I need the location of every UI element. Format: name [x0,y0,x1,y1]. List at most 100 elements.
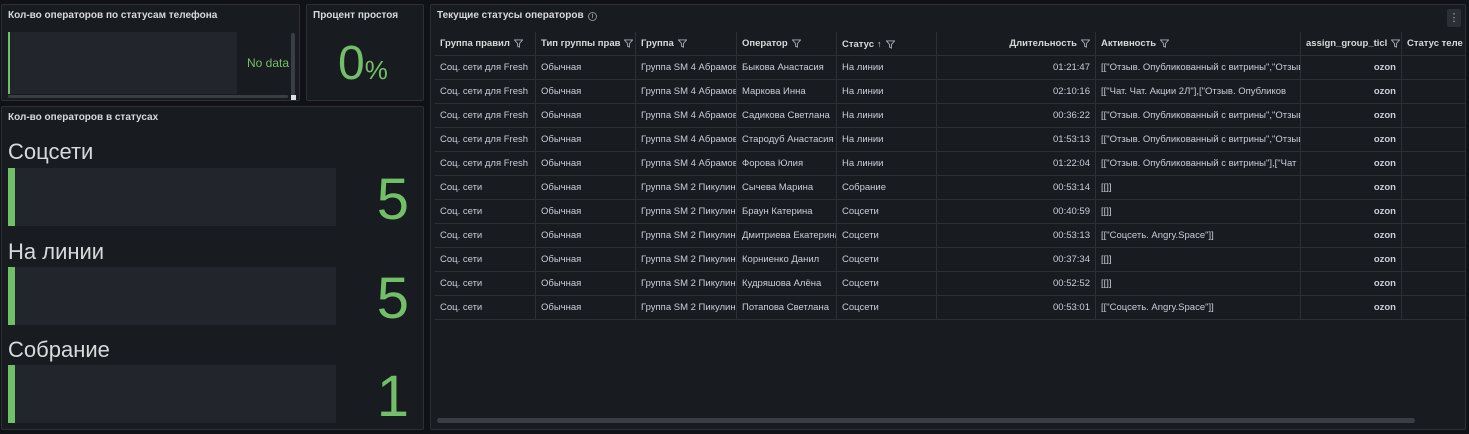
table-cell: 00:53:14 [936,176,1095,200]
table-cell: [["Соцсеть. Angry.Space"]] [1095,224,1300,248]
table-row[interactable]: Соц. сети для Fresh Обычная Группа SM 4 Аб… [435,152,1465,176]
column-header-label: Группа правил [440,38,510,49]
table-row[interactable]: Соц. сети для Fresh Обычная Группа SM 4 Аб… [435,128,1465,152]
info-icon[interactable]: i [588,12,597,21]
table-cell: Соц. сети [440,206,483,217]
table-cell: ozon [1300,80,1401,104]
table-cell: ozon [1300,272,1401,296]
chart-area [8,32,237,94]
table-row[interactable]: Соц. сети Обычная Группа SM 2 Пикулина Корн… [435,248,1465,272]
table-cell: [[]] [1095,272,1300,296]
table-cell: ozon [1300,176,1401,200]
table-cell: Дмитриева Екатерина [736,224,836,248]
status-name: Собрание [8,337,110,362]
panel-title[interactable]: Кол-во операторов по статусам телефона [8,10,217,21]
column-header[interactable]: Оператор [736,32,836,56]
table-cell: Обычная [535,248,635,272]
filter-icon[interactable] [882,39,895,50]
status-count: 5 [376,266,409,331]
column-header[interactable]: Активность [1095,32,1300,56]
column-header[interactable]: Длительность [936,32,1095,56]
table-row[interactable]: Соц. сети для Fresh Обычная Группа SM 4 Аб… [435,104,1465,128]
table-row[interactable]: Соц. сети Обычная Группа SM 2 Пикулина Пота… [435,296,1465,320]
column-header[interactable]: Статус теле [1401,32,1465,56]
status-name: На линии [8,239,105,264]
table-cell: Соцсети [836,224,936,248]
table-cell: [["Отзыв. Опубликованный с витрины","Отз… [1095,56,1300,80]
table-row[interactable]: Соц. сети Обычная Группа SM 2 Пикулина Сыче… [435,176,1465,200]
table-cell: ozon [1300,248,1401,272]
table-cell: 00:52:52 [936,272,1095,296]
filter-icon[interactable] [1387,38,1401,49]
panel-menu-icon[interactable]: ⋮ [1447,9,1461,27]
table-cell: 00:40:59 [936,200,1095,224]
table-cell [1401,152,1465,176]
filter-icon[interactable] [510,38,523,49]
table-cell: Обычная [535,272,635,296]
table-cell: Маркова Инна [736,80,836,104]
table-cell: Форова Юлия [736,152,836,176]
table-cell: Группа SM 4 Абрамова [635,80,736,104]
table-cell: [[]] [1095,200,1300,224]
filter-icon[interactable] [1077,38,1090,49]
resize-handle[interactable] [291,95,296,100]
idle-percent-panel: Процент простоя 0% [306,4,424,101]
panel-title[interactable]: Текущие статусы операторов [437,10,584,21]
table-cell: На линии [836,152,936,176]
stat-value: 0% [338,36,388,98]
column-header[interactable]: Статус ↑ [836,32,936,56]
table-header: Группа правил Тип группы прав Группа Операт… [435,32,1465,56]
status-count: 1 [376,364,409,429]
filter-icon[interactable] [788,38,801,49]
table-cell: Соц. сети [440,182,483,193]
panel-title[interactable]: Процент простоя [313,10,398,21]
table-cell: Обычная [535,176,635,200]
table-cell: [["Отзыв. Опубликованный с витрины"],["Ч… [1095,152,1300,176]
table-cell: На линии [836,104,936,128]
status-bar [8,365,336,423]
table-cell: Соц. сети для Fresh [440,62,529,73]
table-cell [1401,56,1465,80]
horizontal-scrollbar[interactable] [437,418,1415,423]
table-row[interactable]: Соц. сети Обычная Группа SM 2 Пикулина Брау… [435,200,1465,224]
column-header-label: Активность [1101,38,1157,49]
sort-ascending-icon[interactable]: ↑ [877,39,882,49]
table-cell: 00:53:13 [936,224,1095,248]
table-row[interactable]: Соц. сети Обычная Группа SM 2 Пикулина Дмит… [435,224,1465,248]
filter-icon[interactable] [1156,38,1170,49]
filter-icon[interactable] [620,38,634,49]
table-cell: [["Отзыв. Опубликованный с витрины","Отз… [1095,104,1300,128]
filter-icon[interactable] [674,38,687,49]
table-cell: На линии [836,56,936,80]
table-cell: 01:21:47 [936,56,1095,80]
column-header[interactable]: Тип группы прав [535,32,635,56]
table-row[interactable]: Соц. сети для Fresh Обычная Группа SM 4 Аб… [435,80,1465,104]
horizontal-scrollbar[interactable] [8,95,288,98]
column-header-label: assign_group_ticl [1306,38,1388,49]
vertical-scrollbar[interactable] [291,33,295,95]
table-cell: Соцсети [836,200,936,224]
status-name: Соцсети [8,139,94,164]
table-cell: Соц. сети для Fresh [440,86,529,97]
table-cell: Группа SM 2 Пикулина [635,248,736,272]
table-row[interactable]: Соц. сети для Fresh Обычная Группа SM 4 Аб… [435,56,1465,80]
table-row[interactable]: Соц. сети Обычная Группа SM 2 Пикулина Кудр… [435,272,1465,296]
table-cell: ozon [1300,224,1401,248]
column-header[interactable]: Группа правил [435,32,535,56]
panel-title[interactable]: Кол-во операторов в статусах [8,112,158,123]
table-cell: Садикова Светлана [736,104,836,128]
table-cell [1401,104,1465,128]
table-cell [1401,296,1465,320]
column-header[interactable]: assign_group_ticl [1300,32,1401,56]
table-cell: ozon [1300,56,1401,80]
column-header[interactable]: Группа [635,32,736,56]
table-cell: Стародуб Анастасия [736,128,836,152]
table-cell: На линии [836,80,936,104]
table-cell: На линии [836,128,936,152]
table-cell: Соцсети [836,272,936,296]
table-cell: [["Отзыв. Опубликованный с витрины","Отз… [1095,128,1300,152]
column-header-label: Длительность [1009,38,1077,49]
table-cell: Собрание [836,176,936,200]
table-cell: 01:53:13 [936,128,1095,152]
table-cell [1401,200,1465,224]
